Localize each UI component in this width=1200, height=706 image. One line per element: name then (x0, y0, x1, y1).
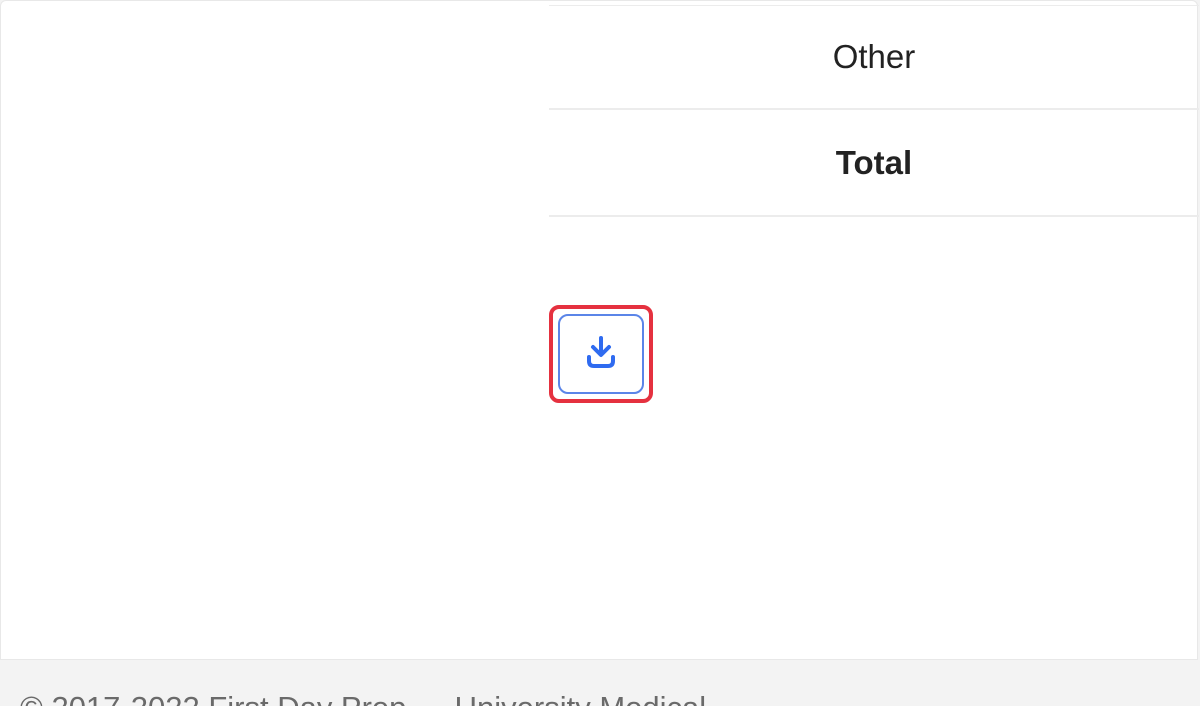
footer-copyright: © 2017-2022 First Day Prep — University … (20, 690, 706, 706)
footer: © 2017-2022 First Day Prep — University … (0, 660, 1200, 706)
content-card: Other Total (0, 0, 1199, 660)
summary-table: Other Total (549, 5, 1199, 217)
download-icon (583, 334, 619, 375)
download-highlight (549, 305, 653, 403)
table-row-other: Other (549, 5, 1199, 110)
page: Other Total © 2017-2022 First Day Prep —… (0, 0, 1200, 706)
table-cell-label: Total (835, 143, 913, 181)
table-cell-label: Other (832, 38, 916, 75)
table-row-total: Total (549, 110, 1199, 217)
download-button[interactable] (558, 314, 644, 394)
